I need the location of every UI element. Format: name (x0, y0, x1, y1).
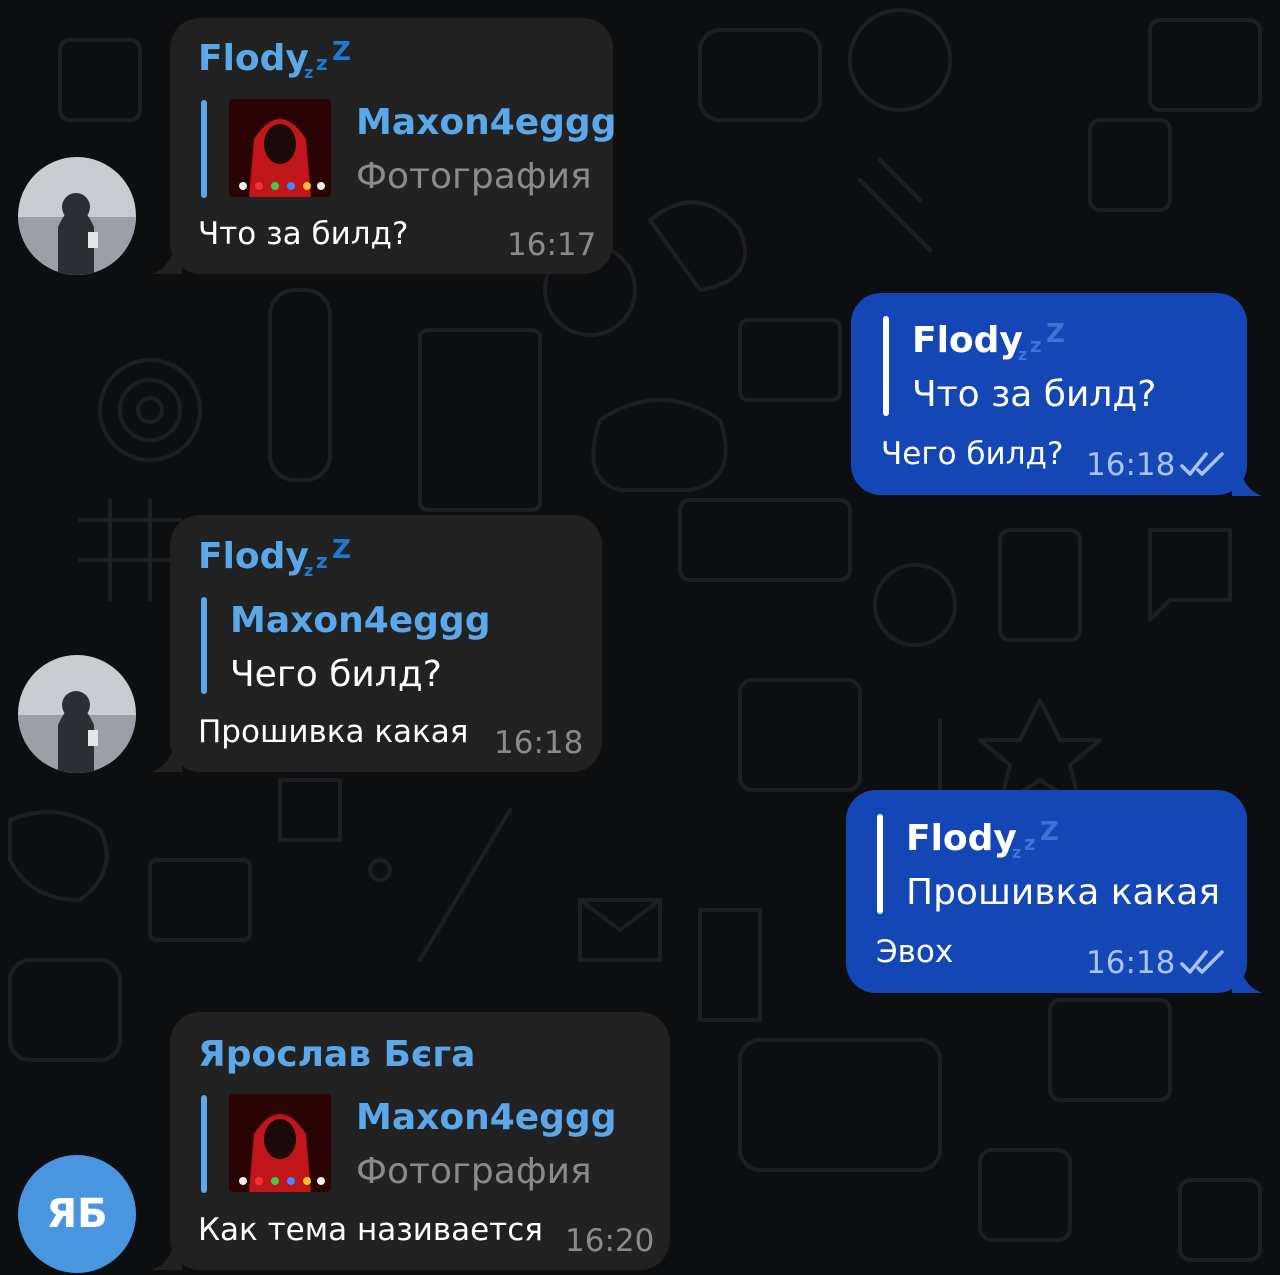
message-time: 16:20 (565, 1223, 655, 1259)
sender-avatar[interactable] (18, 655, 136, 773)
reply-quote-bar (201, 1095, 207, 1193)
read-double-check-icon (1180, 452, 1224, 476)
svg-text:Z: Z (1046, 319, 1065, 349)
reply-preview: Чего билд? (230, 654, 442, 695)
sender-avatar[interactable] (18, 157, 136, 275)
reply-author: Flody (906, 818, 1017, 859)
message-time: 16:18 (494, 725, 584, 761)
reply-quote-bar (201, 597, 207, 694)
reply-preview: Фотография (356, 156, 592, 197)
reply-quote-bar (883, 316, 889, 416)
sleeping-zzz-icon: z z Z (304, 37, 351, 82)
reply-author: Maxon4eggg (356, 1097, 617, 1138)
reply-preview: Что за билд? (912, 374, 1157, 415)
reply-author: Maxon4eggg (356, 102, 617, 143)
message-text: Что за билд? (198, 216, 409, 252)
reply-author: Maxon4eggg (230, 600, 491, 641)
svg-text:z: z (316, 51, 328, 75)
svg-text:Z: Z (1040, 817, 1059, 847)
message-text: Прошивка какая (198, 714, 469, 750)
reply-quote-bar (201, 100, 207, 198)
svg-text:z: z (1024, 831, 1036, 855)
reply-photo-thumbnail (229, 1094, 331, 1192)
reply-preview: Прошивка какая (906, 872, 1221, 913)
reply-photo-thumbnail (229, 99, 331, 197)
message-time: 16:18 (1086, 945, 1176, 981)
sender-name[interactable]: Flody (198, 38, 309, 79)
svg-text:z: z (316, 549, 328, 573)
message-text: Как тема називается (198, 1212, 543, 1248)
sender-avatar-initials[interactable]: ЯБ (18, 1155, 136, 1273)
message-time: 16:17 (507, 227, 597, 263)
sleeping-zzz-icon: z z Z (1012, 817, 1059, 862)
svg-text:Z: Z (332, 535, 351, 565)
sleeping-zzz-icon: z z Z (1018, 319, 1065, 364)
reply-quote-bar (877, 814, 883, 914)
sender-name[interactable]: Ярослав Бєга (198, 1034, 475, 1075)
sleeping-zzz-icon: z z Z (304, 535, 351, 580)
svg-text:z: z (304, 63, 313, 82)
message-time: 16:18 (1086, 447, 1176, 483)
reply-author: Flody (912, 320, 1023, 361)
read-double-check-icon (1180, 950, 1224, 974)
svg-text:z: z (1030, 333, 1042, 357)
svg-text:Z: Z (332, 37, 351, 67)
svg-text:z: z (1018, 345, 1027, 364)
svg-text:z: z (304, 561, 313, 580)
sender-name[interactable]: Flody (198, 536, 309, 577)
svg-text:z: z (1012, 843, 1021, 862)
message-text: Эвох (876, 934, 954, 970)
message-text: Чего билд? (881, 436, 1064, 472)
reply-preview: Фотография (356, 1151, 592, 1192)
